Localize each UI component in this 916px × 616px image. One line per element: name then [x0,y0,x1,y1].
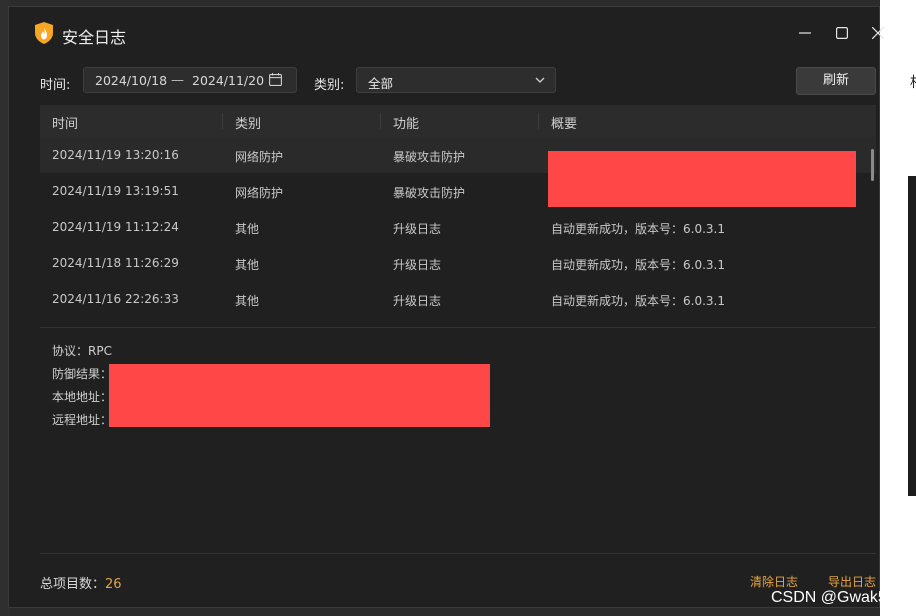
detail-local-address: 本地地址： [52,390,113,404]
table-header: 时间 类别 功能 概要 [40,105,876,137]
row-function: 升级日志 [393,294,442,308]
window-title: 安全日志 [62,28,127,47]
column-divider [222,113,223,129]
row-time: 2024/11/19 13:20:16 [52,148,179,162]
column-header-time[interactable]: 时间 [52,113,78,132]
minimize-icon [799,32,811,34]
row-function: 暴破攻击防护 [393,150,466,164]
row-summary: 自动更新成功，版本号：6.0.3.1 [551,258,725,272]
maximize-button[interactable] [830,21,854,45]
watermark-text: CSDN @Gwak557 [771,589,905,606]
security-log-window: 安全日志 时间: 2024/10/18 — 2024/11/20 类别: 全部 [8,6,884,608]
column-header-summary[interactable]: 概要 [551,113,577,132]
table-row[interactable]: 2024/11/18 11:26:29 其他 升级日志 自动更新成功，版本号：6… [40,245,876,281]
total-items: 总项目数：26 [40,573,122,592]
close-icon [872,27,884,39]
background-text: 相 [910,72,916,92]
column-header-category[interactable]: 类别 [235,113,261,132]
filter-toolbar: 时间: 2024/10/18 — 2024/11/20 类别: 全部 刷新 [9,65,879,97]
chevron-down-icon [535,77,545,83]
row-category: 其他 [235,294,260,308]
row-time: 2024/11/18 11:26:29 [52,256,179,270]
table-row[interactable]: 2024/11/16 22:26:33 其他 升级日志 自动更新成功，版本号：6… [40,281,876,317]
row-function: 升级日志 [393,258,442,272]
row-category: 网络防护 [235,150,284,164]
export-log-link[interactable]: 导出日志 [828,573,876,590]
row-summary: 自动更新成功，版本号：6.0.3.1 [551,294,725,308]
row-time: 2024/11/19 11:12:24 [52,220,179,234]
shield-flame-icon [35,22,53,44]
detail-remote-address: 远程地址： [52,413,113,427]
redaction-block [548,151,856,207]
detail-divider [40,327,876,328]
column-divider [538,113,539,129]
category-select[interactable]: 全部 [356,67,556,93]
table-scrollbar[interactable] [871,149,874,181]
refresh-button[interactable]: 刷新 [796,67,876,95]
row-function: 升级日志 [393,222,442,236]
row-function: 暴破攻击防护 [393,186,466,200]
column-header-function[interactable]: 功能 [393,113,419,132]
log-table: 时间 类别 功能 概要 2024/11/19 13:20:16 网络防护 暴破攻… [40,105,876,317]
detail-defense-result: 防御结果： [52,367,113,381]
date-start[interactable]: 2024/10/18 [95,73,167,88]
date-range-picker[interactable]: 2024/10/18 — 2024/11/20 [83,67,297,93]
row-time: 2024/11/16 22:26:33 [52,292,179,306]
footer-divider [40,553,876,554]
calendar-icon[interactable] [269,73,282,86]
row-category: 其他 [235,258,260,272]
row-summary: 自动更新成功，版本号：6.0.3.1 [551,222,725,236]
time-label: 时间: [40,78,71,93]
date-separator: — [171,73,184,88]
detail-protocol: 协议：RPC [52,344,112,358]
minimize-button[interactable] [793,21,817,45]
close-button[interactable] [866,21,890,45]
redaction-block [109,364,490,427]
background-panel [908,176,916,496]
maximize-icon [836,27,848,39]
title-bar[interactable]: 安全日志 [9,7,884,57]
total-items-count: 26 [105,577,122,592]
category-value: 全部 [368,76,394,91]
column-divider [380,113,381,129]
row-time: 2024/11/19 13:19:51 [52,184,179,198]
row-category: 网络防护 [235,186,284,200]
clear-log-link[interactable]: 清除日志 [750,573,798,590]
row-category: 其他 [235,222,260,236]
background-window: 相 [880,0,916,616]
total-items-label: 总项目数： [40,577,106,592]
table-row[interactable]: 2024/11/19 11:12:24 其他 升级日志 自动更新成功，版本号：6… [40,209,876,245]
date-end[interactable]: 2024/11/20 [192,73,264,88]
category-label: 类别: [314,78,345,93]
